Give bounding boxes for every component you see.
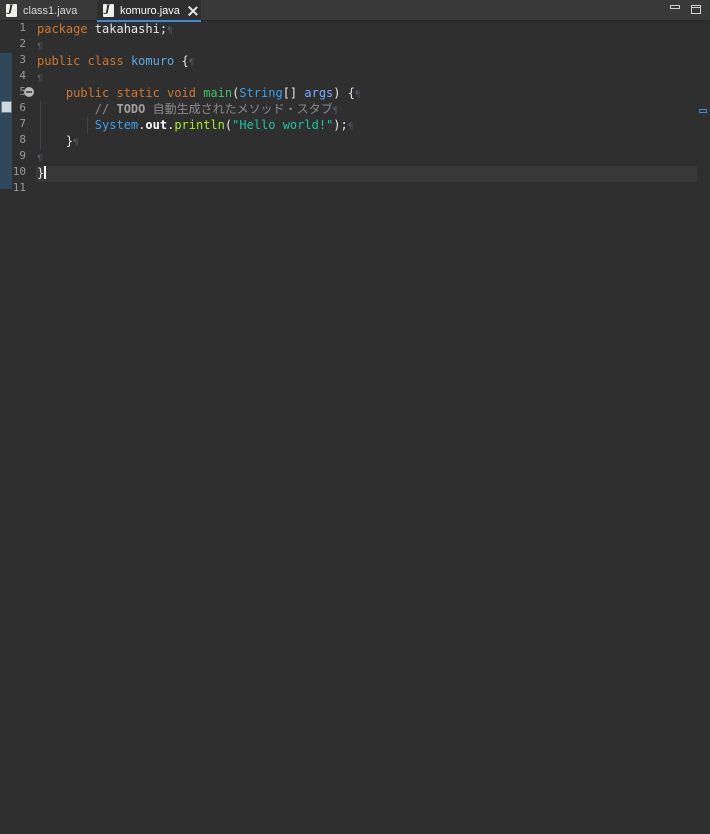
change-ruler xyxy=(0,53,12,189)
code-line: } xyxy=(37,166,46,180)
java-file-icon: J xyxy=(103,4,114,17)
text-caret xyxy=(44,166,46,179)
quick-fix-icon[interactable] xyxy=(1,101,12,113)
tab-class1-java[interactable]: J class1.java xyxy=(0,0,97,21)
code-line: }¶ xyxy=(37,133,360,149)
minimize-button[interactable] xyxy=(670,5,680,9)
code-line: ¶ xyxy=(37,154,43,164)
tab-komuro-java[interactable]: J komuro.java xyxy=(97,0,201,22)
line-number: 5 xyxy=(19,85,26,98)
line-number-gutter: 1 2 3 4 5 6 7 8 9 10 11 xyxy=(12,21,34,197)
line-number: 6 xyxy=(19,101,26,114)
line-number: 7 xyxy=(19,117,26,130)
tab-label: class1.java xyxy=(23,4,78,17)
code-line: ¶ xyxy=(37,74,43,84)
line-number: 3 xyxy=(19,53,26,66)
editor-tab-bar: J class1.java J komuro.java xyxy=(0,0,710,22)
code-editor[interactable]: 1 2 3 4 5 6 7 8 9 10 11 package takahash… xyxy=(0,21,710,834)
code-line: System.out.println("Hello world!");¶ xyxy=(37,117,360,133)
code-line: ¶ xyxy=(37,42,43,52)
line-number: 1 xyxy=(19,21,26,34)
line-number: 11 xyxy=(12,181,26,194)
close-icon[interactable] xyxy=(187,5,199,17)
java-file-icon: J xyxy=(6,4,17,17)
code-line: // TODO 自動生成されたメソッド・スタブ¶ xyxy=(37,101,360,117)
line-number: 8 xyxy=(19,133,26,146)
line-number: 2 xyxy=(19,37,26,50)
code-line: public static void main(String[] args) {… xyxy=(65,86,361,100)
line-number: 10 xyxy=(12,165,26,178)
tab-label: komuro.java xyxy=(120,4,180,17)
code-line: package takahashi;¶ xyxy=(37,22,173,36)
code-line: public class komuro {¶ xyxy=(37,54,195,68)
line-number: 4 xyxy=(19,69,26,82)
maximize-button[interactable] xyxy=(691,5,701,14)
overview-ruler-marker[interactable] xyxy=(699,109,707,113)
code-text[interactable]: package takahashi;¶ ¶ public class komur… xyxy=(37,21,360,197)
line-number: 9 xyxy=(19,149,26,162)
